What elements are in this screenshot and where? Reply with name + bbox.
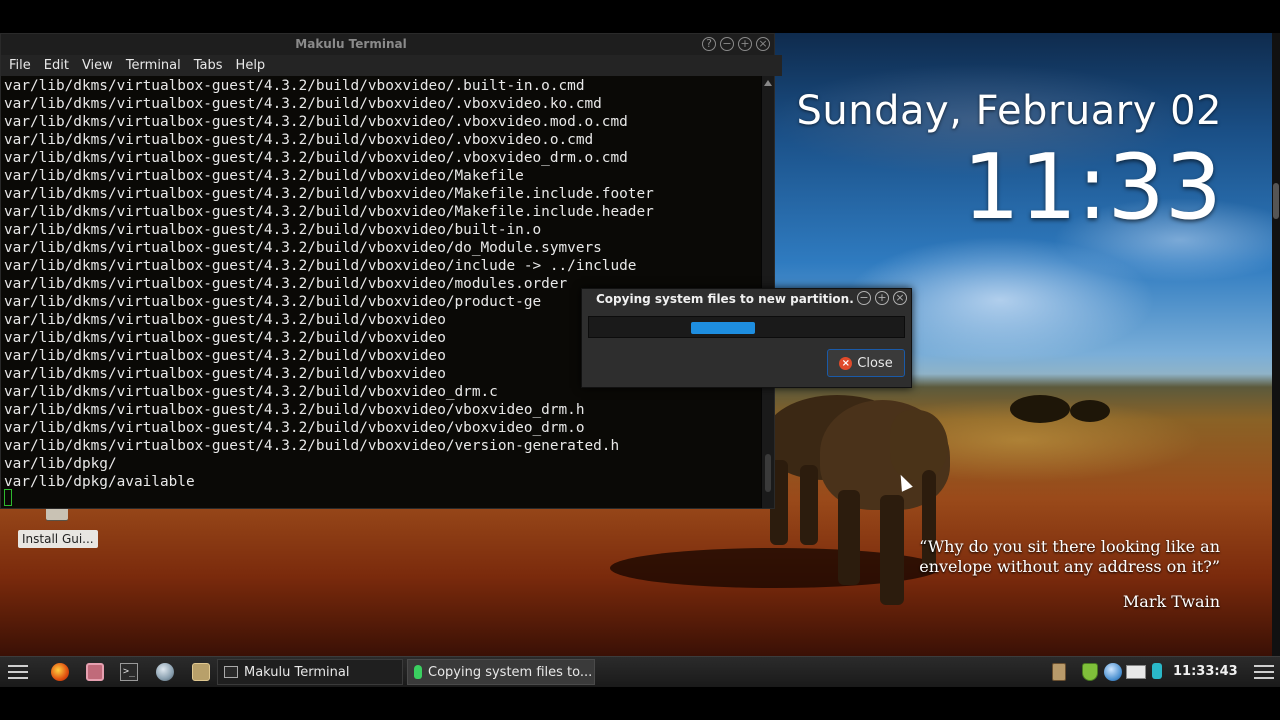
terminal-line: var/lib/dkms/virtualbox-guest/4.3.2/buil…	[4, 402, 585, 418]
screen-edge-scrollbar[interactable]	[1272, 33, 1280, 656]
taskbar-item-terminal[interactable]: Makulu Terminal	[217, 659, 403, 685]
terminal-line: var/lib/dkms/virtualbox-guest/4.3.2/buil…	[4, 420, 585, 436]
terminal-line: var/lib/dkms/virtualbox-guest/4.3.2/buil…	[4, 438, 620, 454]
terminal-line: var/lib/dkms/virtualbox-guest/4.3.2/buil…	[4, 240, 602, 256]
install-gui-label[interactable]: Install Gui...	[18, 530, 98, 548]
help-icon[interactable]: ?	[702, 37, 716, 51]
dialog-close-button[interactable]: × Close	[827, 349, 905, 377]
terminal-line: var/lib/dkms/virtualbox-guest/4.3.2/buil…	[4, 330, 446, 346]
shield-icon[interactable]	[1082, 663, 1098, 681]
terminal-window-controls: ? − + ×	[702, 37, 770, 51]
terminal-line: var/lib/dkms/virtualbox-guest/4.3.2/buil…	[4, 150, 628, 166]
terminal-line: var/lib/dkms/virtualbox-guest/4.3.2/buil…	[4, 204, 654, 220]
minimize-icon[interactable]: −	[720, 37, 734, 51]
app-menu-icon[interactable]	[8, 665, 28, 679]
terminal-line: var/lib/dkms/virtualbox-guest/4.3.2/buil…	[4, 186, 654, 202]
terminal-line: var/lib/dkms/virtualbox-guest/4.3.2/buil…	[4, 78, 585, 94]
scroll-up-icon[interactable]	[764, 80, 772, 86]
minimize-icon[interactable]: −	[857, 291, 871, 305]
terminal-line: var/lib/dkms/virtualbox-guest/4.3.2/buil…	[4, 168, 524, 184]
maximize-icon[interactable]: +	[875, 291, 889, 305]
close-icon[interactable]: ×	[893, 291, 907, 305]
close-icon[interactable]: ×	[756, 37, 770, 51]
wallpaper-elephant-leg	[838, 490, 860, 585]
terminal-line: var/lib/dkms/virtualbox-guest/4.3.2/buil…	[4, 114, 628, 130]
wallpaper-elephant-ear	[890, 410, 948, 480]
screen-edge-scrollbar-thumb[interactable]	[1273, 183, 1279, 219]
terminal-window[interactable]: Makulu Terminal ? − + × File Edit View T…	[0, 33, 782, 509]
firefox-icon[interactable]	[51, 663, 69, 681]
taskbar: >_ Makulu Terminal Copying system files …	[0, 656, 1280, 687]
desktop-quote-author: Mark Twain	[1122, 592, 1220, 611]
terminal-line: var/lib/dkms/virtualbox-guest/4.3.2/buil…	[4, 366, 446, 382]
top-screen-border	[0, 0, 1280, 33]
file-manager-icon[interactable]	[86, 663, 104, 681]
desktop-clock-time: 11:33	[962, 135, 1222, 240]
terminal-line: var/lib/dkms/virtualbox-guest/4.3.2/buil…	[4, 96, 602, 112]
menu-help[interactable]: Help	[236, 58, 266, 73]
clipboard-tray-icon[interactable]	[1052, 663, 1066, 681]
taskbar-clock[interactable]: 11:33:43	[1173, 664, 1238, 679]
desktop-clock-date: Sunday, February 02	[796, 88, 1222, 134]
wallpaper-tree	[1070, 400, 1110, 422]
panel-menu-icon[interactable]	[1254, 665, 1274, 679]
bottom-screen-border	[0, 687, 1280, 720]
wallpaper-elephant-leg	[800, 465, 818, 545]
battery-tray-icon[interactable]	[1152, 663, 1162, 679]
dialog-title: Copying system files to new partition.	[596, 292, 854, 306]
terminal-line: var/lib/dkms/virtualbox-guest/4.3.2/buil…	[4, 276, 568, 292]
dialog-close-label: Close	[857, 355, 893, 371]
terminal-menubar: File Edit View Terminal Tabs Help	[1, 55, 782, 76]
terminal-title: Makulu Terminal	[295, 37, 407, 51]
terminal-line: var/lib/dkms/virtualbox-guest/4.3.2/buil…	[4, 258, 637, 274]
network-globe-icon[interactable]	[156, 663, 174, 681]
terminal-line: var/lib/dkms/virtualbox-guest/4.3.2/buil…	[4, 384, 498, 400]
archive-icon[interactable]	[192, 663, 210, 681]
terminal-small-icon	[224, 666, 238, 678]
terminal-line: var/lib/dkms/virtualbox-guest/4.3.2/buil…	[4, 132, 594, 148]
taskbar-item-copy[interactable]: Copying system files to...	[407, 659, 595, 685]
cancel-icon: ×	[839, 356, 853, 370]
terminal-line: var/lib/dkms/virtualbox-guest/4.3.2/buil…	[4, 348, 446, 364]
terminal-launcher-icon[interactable]: >_	[120, 663, 138, 681]
copy-progress-pulse	[691, 322, 755, 334]
wallpaper-tree	[1010, 395, 1070, 423]
menu-tabs[interactable]: Tabs	[194, 58, 223, 73]
copy-progress-dialog[interactable]: Copying system files to new partition. −…	[581, 288, 912, 388]
terminal-cursor	[4, 489, 12, 506]
installer-small-icon	[414, 665, 422, 679]
terminal-line: var/lib/dkms/virtualbox-guest/4.3.2/buil…	[4, 294, 542, 310]
menu-file[interactable]: File	[9, 58, 31, 73]
menu-edit[interactable]: Edit	[44, 58, 69, 73]
display-tray-icon[interactable]	[1126, 665, 1146, 679]
globe-tray-icon[interactable]	[1104, 663, 1122, 681]
dialog-window-controls: − + ×	[857, 291, 907, 305]
copy-progress-bar	[588, 316, 905, 338]
desktop-quote-text: “Why do you sit there looking like an en…	[919, 537, 1220, 576]
terminal-line: var/lib/dpkg/available	[4, 474, 195, 490]
maximize-icon[interactable]: +	[738, 37, 752, 51]
taskbar-item-terminal-label: Makulu Terminal	[244, 664, 350, 680]
terminal-line: var/lib/dkms/virtualbox-guest/4.3.2/buil…	[4, 312, 446, 328]
menu-terminal[interactable]: Terminal	[126, 58, 181, 73]
terminal-line: var/lib/dpkg/	[4, 456, 117, 472]
terminal-scrollbar-thumb[interactable]	[765, 454, 771, 492]
terminal-line: var/lib/dkms/virtualbox-guest/4.3.2/buil…	[4, 222, 542, 238]
taskbar-item-copy-label: Copying system files to...	[428, 664, 593, 680]
terminal-titlebar[interactable]: Makulu Terminal ? − + ×	[1, 34, 774, 55]
menu-view[interactable]: View	[82, 58, 113, 73]
